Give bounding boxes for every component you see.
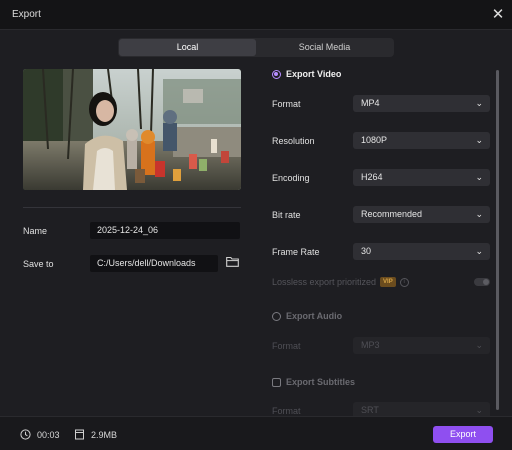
window-title: Export	[12, 9, 41, 20]
tab-social-media[interactable]: Social Media	[256, 39, 393, 56]
bitrate-label: Bit rate	[272, 210, 301, 220]
duration-info: 00:03	[20, 429, 60, 440]
chevron-down-icon: ⌄	[475, 209, 483, 219]
file-icon	[75, 429, 84, 440]
export-settings-panel: Export Video Format MP4 ⌄ Resolution 108…	[270, 64, 496, 416]
vip-badge: VIP	[380, 277, 396, 287]
save-path-field[interactable]: C:/Users/dell/Downloads	[90, 255, 218, 272]
duration-value: 00:03	[37, 429, 60, 440]
left-divider	[23, 207, 241, 208]
export-audio-option[interactable]: Export Audio	[272, 311, 342, 321]
file-size-value: 2.9MB	[91, 429, 118, 440]
bitrate-select[interactable]: Recommended ⌄	[353, 206, 490, 223]
resolution-value: 1080P	[361, 135, 388, 145]
clock-icon	[20, 429, 31, 440]
folder-icon[interactable]	[226, 256, 239, 267]
chevron-down-icon: ⌄	[475, 405, 483, 415]
export-video-heading: Export Video	[286, 69, 342, 79]
resolution-label: Resolution	[272, 136, 315, 146]
encoding-value: H264	[361, 172, 383, 182]
export-subtitles-heading: Export Subtitles	[286, 377, 356, 387]
lossless-toggle[interactable]	[474, 278, 490, 286]
export-subtitles-option[interactable]: Export Subtitles	[272, 377, 355, 387]
name-field[interactable]: 2025-12-24_06	[90, 222, 240, 239]
chevron-down-icon: ⌄	[475, 172, 483, 182]
framerate-label: Frame Rate	[272, 247, 320, 257]
audio-format-label: Format	[272, 341, 301, 351]
subtitle-format-label: Format	[272, 406, 301, 416]
export-tabs: Local Social Media	[118, 38, 394, 57]
format-value: MP4	[361, 98, 380, 108]
close-icon[interactable]: ✕	[491, 7, 505, 22]
framerate-select[interactable]: 30 ⌄	[353, 243, 490, 260]
encoding-label: Encoding	[272, 173, 310, 183]
bitrate-value: Recommended	[361, 209, 423, 219]
export-audio-heading: Export Audio	[286, 311, 343, 321]
framerate-value: 30	[361, 246, 372, 256]
settings-scrollbar[interactable]	[496, 70, 499, 410]
file-size-info: 2.9MB	[74, 429, 117, 440]
radio-icon[interactable]	[272, 69, 281, 79]
audio-format-value: MP3	[361, 340, 380, 350]
lossless-label: Lossless export prioritized	[272, 277, 377, 287]
chevron-down-icon: ⌄	[475, 246, 483, 256]
chevron-down-icon: ⌄	[475, 98, 483, 108]
name-label: Name	[23, 226, 48, 236]
tab-local[interactable]: Local	[119, 39, 256, 56]
format-label: Format	[272, 99, 301, 109]
subtitle-format-value: SRT	[361, 405, 379, 415]
chevron-down-icon: ⌄	[475, 340, 483, 350]
video-preview-thumbnail	[23, 69, 241, 190]
resolution-select[interactable]: 1080P ⌄	[353, 132, 490, 149]
save-to-label: Save to	[23, 259, 54, 269]
lossless-option: Lossless export prioritized VIP i	[272, 277, 409, 287]
format-select[interactable]: MP4 ⌄	[353, 95, 490, 112]
export-button[interactable]: Export	[433, 426, 493, 443]
export-video-option[interactable]: Export Video	[272, 69, 341, 79]
audio-format-select[interactable]: MP3 ⌄	[353, 337, 490, 354]
info-icon[interactable]: i	[399, 277, 409, 287]
checkbox-icon[interactable]	[272, 377, 281, 387]
footer-bar: 00:03 2.9MB Export	[0, 416, 512, 450]
radio-icon[interactable]	[272, 311, 281, 321]
encoding-select[interactable]: H264 ⌄	[353, 169, 490, 186]
title-bar: Export ✕	[0, 0, 512, 30]
chevron-down-icon: ⌄	[475, 135, 483, 145]
subtitle-format-select[interactable]: SRT ⌄	[353, 402, 490, 416]
